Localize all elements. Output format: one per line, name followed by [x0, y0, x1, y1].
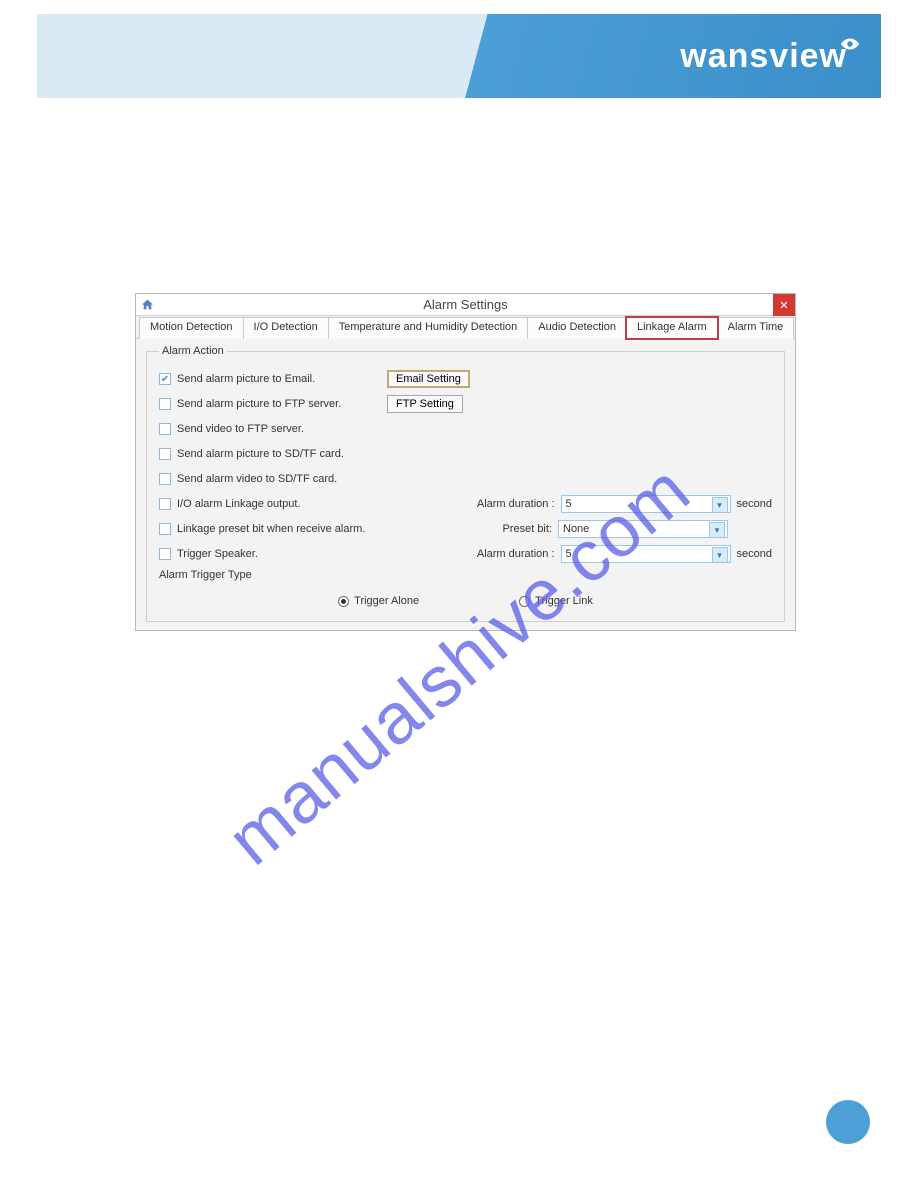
tab-linkage-alarm[interactable]: Linkage Alarm [626, 317, 718, 339]
radio-label-link: Trigger Link [535, 595, 593, 607]
select-value: None [563, 523, 589, 535]
row-email: ✔ Send alarm picture to Email. Email Set… [159, 368, 772, 390]
dialog-title: Alarm Settings [136, 297, 795, 312]
checkbox-io-linkage[interactable]: ✔ [159, 498, 171, 510]
label-alarm-duration-2: Alarm duration : [455, 548, 555, 560]
radio-label-alone: Trigger Alone [354, 595, 419, 607]
label-preset: Linkage preset bit when receive alarm. [177, 523, 387, 535]
checkbox-sd-pic[interactable]: ✔ [159, 448, 171, 460]
checkbox-ftp-video[interactable]: ✔ [159, 423, 171, 435]
tab-temp-humidity[interactable]: Temperature and Humidity Detection [328, 317, 529, 339]
alarm-action-legend: Alarm Action [159, 345, 227, 357]
tab-io-detection[interactable]: I/O Detection [243, 317, 329, 339]
label-ftp-video: Send video to FTP server. [177, 423, 304, 435]
row-sd-video: ✔ Send alarm video to SD/TF card. [159, 468, 772, 490]
close-button[interactable]: ✕ [773, 294, 795, 316]
label-sd-video: Send alarm video to SD/TF card. [177, 473, 337, 485]
tab-alarm-time[interactable]: Alarm Time [717, 317, 795, 339]
label-ftp-pic: Send alarm picture to FTP server. [177, 398, 387, 410]
row-io-linkage: ✔ I/O alarm Linkage output. Alarm durati… [159, 493, 772, 515]
page-banner: wansview [37, 14, 881, 98]
select-preset-bit[interactable]: None [558, 520, 728, 538]
radio-dot-icon [519, 596, 530, 607]
alarm-action-fieldset: Alarm Action ✔ Send alarm picture to Ema… [146, 345, 785, 622]
email-setting-button[interactable]: Email Setting [387, 370, 470, 388]
checkbox-preset[interactable]: ✔ [159, 523, 171, 535]
alarm-trigger-type-label: Alarm Trigger Type [159, 569, 772, 581]
ftp-setting-button[interactable]: FTP Setting [387, 395, 463, 413]
brand-text: wansview [680, 37, 847, 76]
alarm-settings-dialog: Alarm Settings ✕ Motion Detection I/O De… [135, 293, 796, 631]
radio-dot-icon [338, 596, 349, 607]
eye-icon [839, 33, 861, 55]
checkbox-ftp-pic[interactable]: ✔ [159, 398, 171, 410]
checkbox-sd-video[interactable]: ✔ [159, 473, 171, 485]
row-sd-pic: ✔ Send alarm picture to SD/TF card. [159, 443, 772, 465]
checkbox-email[interactable]: ✔ [159, 373, 171, 385]
radio-row: Trigger Alone Trigger Link [159, 595, 772, 607]
select-value: 5 [566, 498, 572, 510]
label-speaker: Trigger Speaker. [177, 548, 387, 560]
close-icon: ✕ [779, 299, 788, 312]
radio-trigger-alone[interactable]: Trigger Alone [338, 595, 419, 607]
home-icon[interactable] [136, 294, 158, 316]
row-ftp-pic: ✔ Send alarm picture to FTP server. FTP … [159, 393, 772, 415]
unit-second-1: second [737, 498, 772, 510]
unit-second-2: second [737, 548, 772, 560]
select-alarm-duration-2[interactable]: 5 [561, 545, 731, 563]
brand-logo: wansview [680, 37, 857, 76]
dialog-tabstrip: Motion Detection I/O Detection Temperatu… [136, 316, 795, 339]
dialog-body: Alarm Action ✔ Send alarm picture to Ema… [136, 339, 795, 628]
page-number-badge [826, 1100, 870, 1144]
tab-motion-detection[interactable]: Motion Detection [139, 317, 244, 339]
select-value: 5 [566, 548, 572, 560]
row-preset: ✔ Linkage preset bit when receive alarm.… [159, 518, 772, 540]
row-ftp-video: ✔ Send video to FTP server. [159, 418, 772, 440]
radio-trigger-link[interactable]: Trigger Link [519, 595, 593, 607]
tab-audio-detection[interactable]: Audio Detection [527, 317, 627, 339]
label-email: Send alarm picture to Email. [177, 373, 387, 385]
label-alarm-duration-1: Alarm duration : [455, 498, 555, 510]
row-speaker: ✔ Trigger Speaker. Alarm duration : 5 se… [159, 543, 772, 565]
label-io-linkage: I/O alarm Linkage output. [177, 498, 387, 510]
dialog-titlebar: Alarm Settings ✕ [136, 294, 795, 316]
checkbox-speaker[interactable]: ✔ [159, 548, 171, 560]
select-alarm-duration-1[interactable]: 5 [561, 495, 731, 513]
label-preset-bit: Preset bit: [452, 523, 552, 535]
label-sd-pic: Send alarm picture to SD/TF card. [177, 448, 344, 460]
